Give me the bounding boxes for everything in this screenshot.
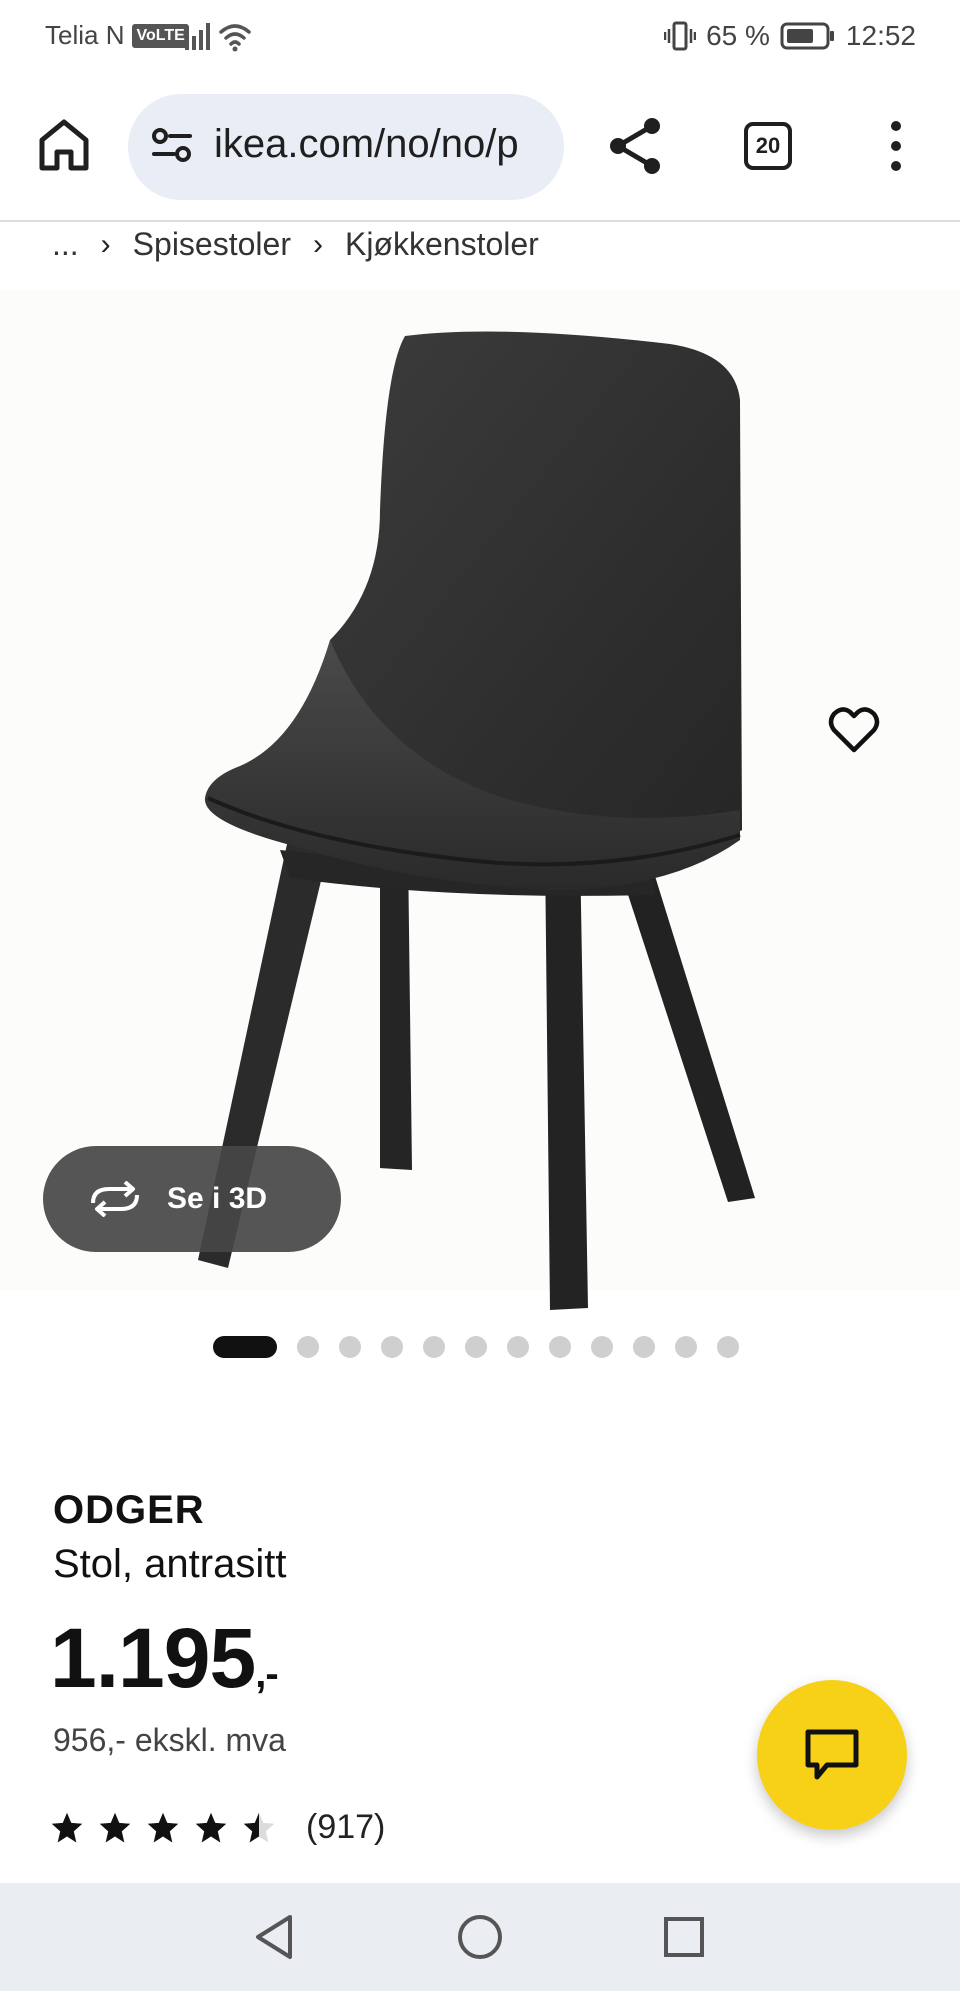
site-settings-icon[interactable] (150, 126, 194, 166)
heart-icon (828, 707, 880, 753)
recent-apps-icon[interactable] (662, 1915, 706, 1959)
system-nav-bar (0, 1883, 960, 1991)
home-icon (39, 119, 89, 171)
carousel-dot[interactable] (381, 1336, 403, 1358)
chat-icon (805, 1729, 859, 1780)
volte-badge: VoLTE (132, 23, 189, 48)
status-bar: Telia N VoLTE 65 % 12:52 (0, 0, 960, 72)
product-rating[interactable]: (917) (50, 1808, 385, 1847)
star-icon (99, 1812, 131, 1842)
page: Telia N VoLTE 65 % 12:52 ikea.com/no/no/… (0, 0, 960, 1991)
chevron-right-icon: › (100, 227, 111, 261)
more-menu-button[interactable] (880, 116, 912, 176)
home-button[interactable] (36, 116, 92, 172)
share-icon (610, 118, 660, 174)
carousel-dot[interactable] (591, 1336, 613, 1358)
view-in-3d-label: Se i 3D (167, 1182, 268, 1215)
back-icon[interactable] (252, 1913, 296, 1961)
address-bar[interactable]: ikea.com/no/no/p (128, 94, 564, 200)
status-left: Telia N VoLTE (45, 20, 189, 51)
carousel-dot[interactable] (297, 1336, 319, 1358)
carousel-dot[interactable] (423, 1336, 445, 1358)
share-button[interactable] (608, 116, 664, 176)
more-vert-icon (891, 121, 901, 171)
price-suffix: ,- (255, 1652, 278, 1696)
price-value: 1.195 (50, 1611, 256, 1705)
url-text[interactable]: ikea.com/no/no/p (214, 122, 550, 167)
carousel-indicator (213, 1336, 739, 1358)
breadcrumb: ... › Spisestoler › Kjøkkenstoler (52, 226, 539, 263)
breadcrumb-item-spisestoler[interactable]: Spisestoler (133, 226, 291, 263)
carousel-dot[interactable] (213, 1336, 277, 1358)
carrier-label: Telia N (45, 20, 125, 50)
product-image-carousel[interactable]: Se i 3D (0, 290, 960, 1358)
product-price: 1.195,- (50, 1610, 279, 1707)
carousel-dot[interactable] (507, 1336, 529, 1358)
carousel-dot[interactable] (549, 1336, 571, 1358)
rating-count[interactable]: (917) (306, 1808, 385, 1847)
product-description: Stol, antrasitt (53, 1542, 287, 1586)
star-icon (147, 1812, 179, 1842)
carousel-dot[interactable] (465, 1336, 487, 1358)
carousel-dot[interactable] (717, 1336, 739, 1358)
battery-percent: 65 % (706, 20, 770, 51)
star-icon (243, 1812, 275, 1842)
carousel-dot[interactable] (675, 1336, 697, 1358)
favorite-button[interactable] (826, 702, 882, 758)
home-circle-icon[interactable] (456, 1913, 504, 1961)
signal-icon (185, 23, 251, 52)
rotate-3d-icon (87, 1181, 143, 1217)
price-ex-vat: 956,- ekskl. mva (53, 1722, 286, 1758)
view-in-3d-button[interactable]: Se i 3D (43, 1146, 341, 1252)
star-icon (51, 1812, 83, 1842)
tab-switcher-button[interactable]: 20 (744, 122, 792, 170)
wifi-icon (219, 24, 251, 46)
carousel-dot[interactable] (633, 1336, 655, 1358)
chat-button[interactable] (757, 1680, 907, 1830)
clock: 12:52 (845, 20, 916, 51)
star-icon (195, 1812, 227, 1842)
breadcrumb-item-kjokkenstoler[interactable]: Kjøkkenstoler (345, 226, 539, 263)
vibrate-icon (664, 21, 697, 51)
status-right: 65 % 12:52 (664, 20, 916, 52)
rating-stars (50, 1811, 276, 1845)
product-name: ODGER (53, 1488, 205, 1532)
chevron-right-icon: › (312, 227, 323, 261)
signal-wifi-group (183, 18, 257, 61)
carousel-dot[interactable] (339, 1336, 361, 1358)
battery-icon (780, 22, 834, 50)
browser-toolbar: ikea.com/no/no/p 20 (0, 72, 960, 222)
breadcrumb-ellipsis[interactable]: ... (52, 226, 79, 263)
